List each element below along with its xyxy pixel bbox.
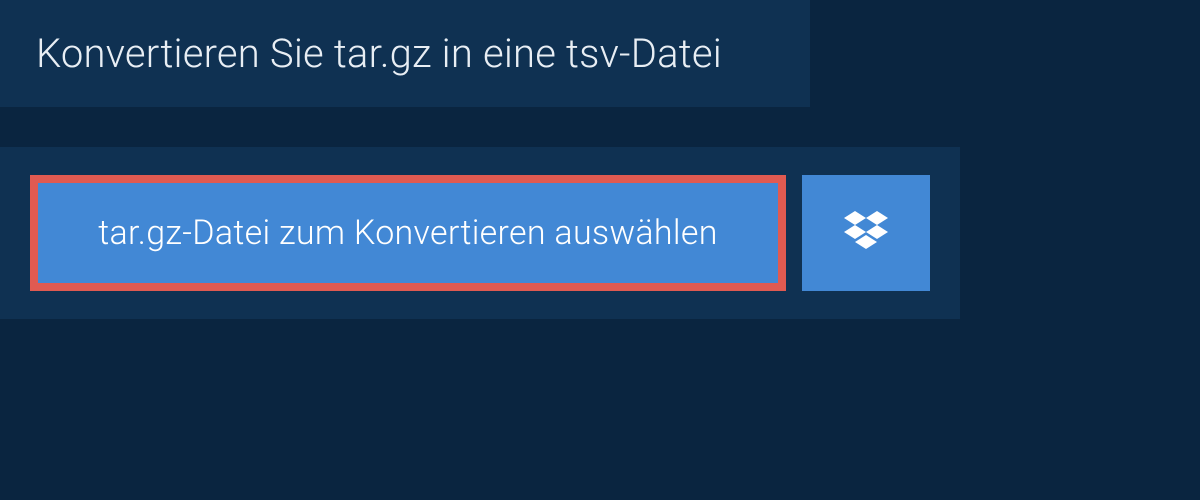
page-title: Konvertieren Sie tar.gz in eine tsv-Date… xyxy=(36,30,774,77)
header-bar: Konvertieren Sie tar.gz in eine tsv-Date… xyxy=(0,0,810,107)
select-file-button[interactable]: tar.gz-Datei zum Konvertieren auswählen xyxy=(30,175,786,291)
select-file-label: tar.gz-Datei zum Konvertieren auswählen xyxy=(98,213,717,253)
dropbox-button[interactable] xyxy=(802,175,930,291)
dropbox-icon xyxy=(844,211,888,255)
upload-panel: tar.gz-Datei zum Konvertieren auswählen xyxy=(0,147,960,319)
